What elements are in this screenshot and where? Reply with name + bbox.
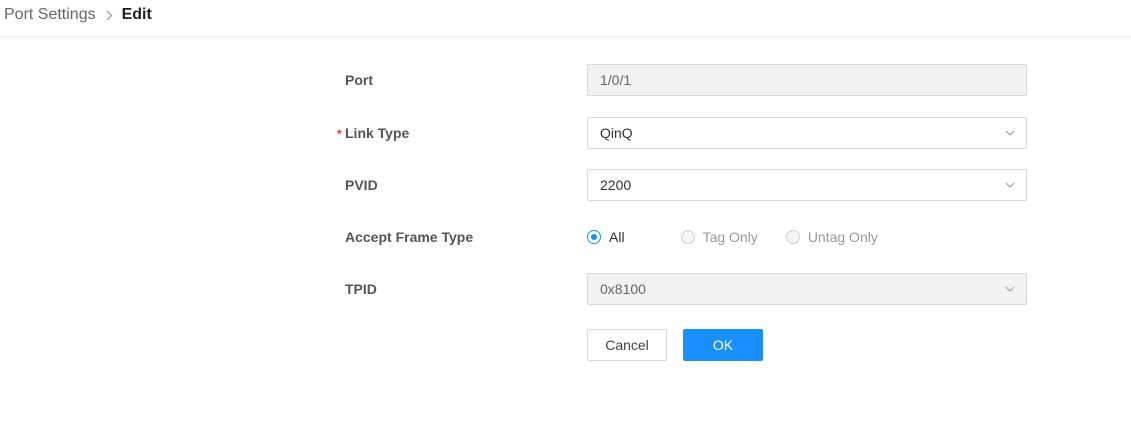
link-type-value: QinQ	[600, 125, 633, 141]
radio-untag-only[interactable]: Untag Only	[785, 229, 878, 245]
tpid-value: 0x8100	[600, 281, 646, 297]
accept-frame-type-radio-group: All Tag Only Untag Only	[587, 221, 906, 253]
radio-tag-only-circle[interactable]	[680, 230, 695, 244]
ok-button[interactable]: OK	[683, 329, 763, 361]
port-label: Port	[345, 72, 373, 88]
radio-all-circle[interactable]	[587, 230, 601, 244]
breadcrumb-port-settings[interactable]: Port Settings	[4, 5, 96, 25]
radio-all[interactable]: All	[587, 229, 625, 245]
required-mark: *	[337, 127, 342, 141]
chevron-down-icon	[1004, 170, 1016, 200]
pvid-row: PVID 2200	[0, 169, 1131, 201]
radio-tag-only-label: Tag Only	[702, 229, 758, 245]
form-actions: Cancel OK	[0, 329, 1131, 361]
page-header: Port Settings Edit	[0, 0, 1131, 37]
port-value: 1/0/1	[600, 72, 632, 88]
port-field: 1/0/1	[587, 64, 1027, 96]
cancel-button[interactable]: Cancel	[587, 329, 667, 361]
pvid-value: 2200	[600, 177, 632, 193]
tpid-select: 0x8100	[587, 273, 1027, 305]
pvid-select[interactable]: 2200	[587, 169, 1027, 201]
radio-untag-only-label: Untag Only	[807, 229, 878, 245]
radio-untag-only-circle[interactable]	[785, 230, 800, 244]
radio-all-label: All	[609, 229, 625, 245]
chevron-right-icon	[106, 10, 113, 21]
accept-frame-type-label: Accept Frame Type	[345, 229, 474, 245]
link-type-row: * Link Type QinQ	[0, 117, 1131, 149]
tpid-label: TPID	[345, 281, 377, 297]
radio-tag-only[interactable]: Tag Only	[680, 229, 758, 245]
link-type-label: Link Type	[345, 125, 410, 141]
chevron-down-icon	[1004, 274, 1016, 304]
accept-frame-type-row: Accept Frame Type All Tag Only Untag Onl…	[0, 221, 1131, 253]
breadcrumb-edit: Edit	[121, 6, 152, 23]
link-type-select[interactable]: QinQ	[587, 117, 1027, 149]
port-row: Port 1/0/1	[0, 64, 1131, 96]
breadcrumb: Port Settings Edit	[4, 5, 152, 25]
chevron-down-icon	[1004, 118, 1016, 148]
tpid-row: TPID 0x8100	[0, 273, 1131, 305]
pvid-label: PVID	[345, 177, 378, 193]
